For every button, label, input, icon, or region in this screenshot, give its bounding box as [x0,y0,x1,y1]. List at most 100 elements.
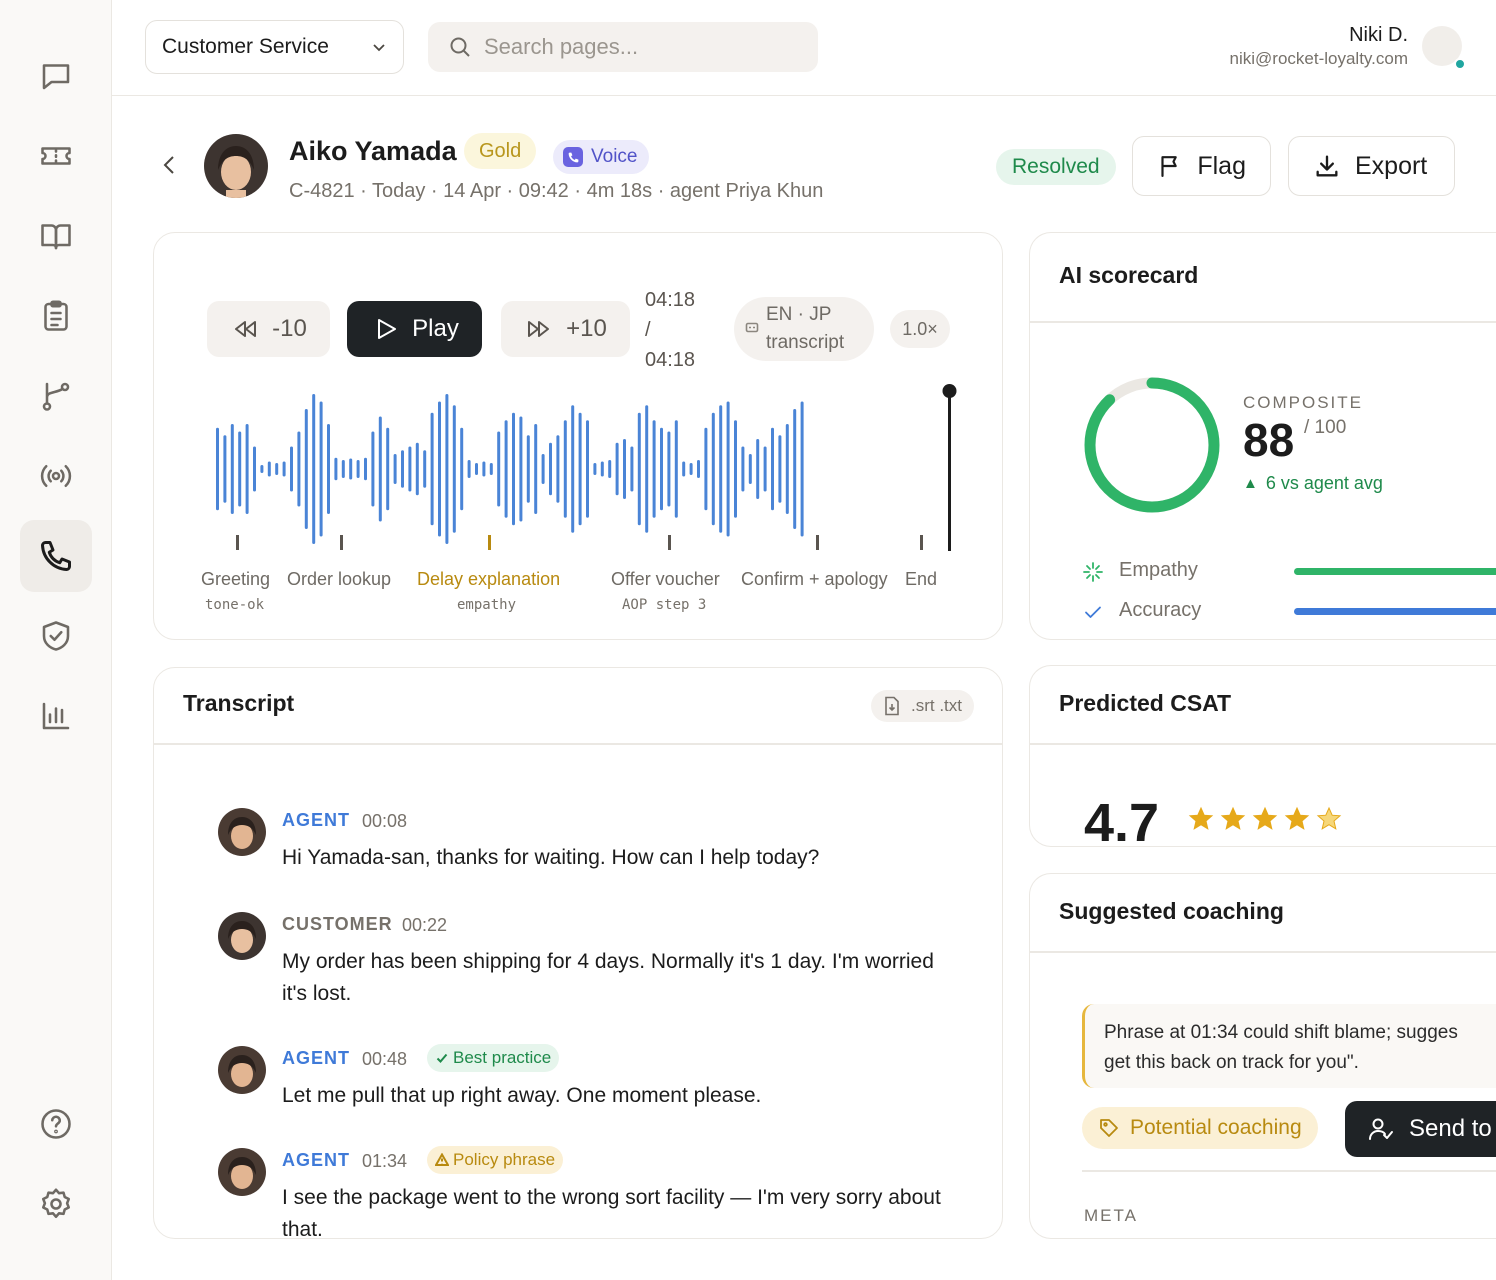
waveform-bar [667,431,671,507]
flag-icon [1161,156,1177,177]
segment-marker[interactable] [236,535,239,550]
call-meta: C-4821 · Today · 14 Apr · 09:42 · 4m 18s… [289,180,824,202]
nav-quality[interactable] [20,600,92,672]
flag-button[interactable]: Flag [1132,136,1271,196]
nav-tasks[interactable] [20,280,92,352]
segment-label[interactable]: Confirm + apology [741,569,888,590]
chevron-down-icon [373,44,385,52]
waveform-bar [438,401,441,537]
waveform-bar [778,435,782,503]
metric-label: Empathy [1119,559,1198,581]
segment-label[interactable]: Greeting [201,569,270,590]
message-time[interactable]: 00:22 [402,915,447,936]
search-icon [450,37,470,57]
waveform-bar [741,446,745,492]
message-time[interactable]: 01:34 [362,1151,407,1172]
message-text: My order has been shipping for 4 days. N… [282,950,934,1005]
divider [1030,743,1496,745]
message-time[interactable]: 00:08 [362,811,407,832]
composite-max: / 100 [1304,417,1347,438]
waveform-bar [660,427,663,511]
segment-label[interactable]: Offer voucher [611,569,720,590]
segment-marker[interactable] [668,535,671,550]
waveform-bar [260,465,264,473]
segment-label[interactable]: Order lookup [287,569,391,590]
scorecard-title: AI scorecard [1059,262,1199,288]
nav-broadcast[interactable] [20,440,92,512]
phone-icon [41,541,71,571]
waveform-bar [216,427,219,511]
waveform-bar [475,463,478,475]
waveform-bar [512,412,515,526]
waveform-bar [652,420,656,518]
waveform-bar [504,420,508,518]
phone-icon [563,147,583,167]
waveform-bar [526,435,530,503]
nav-messages[interactable] [20,40,92,112]
message-text: I see the package went to the wrong sort… [282,1186,941,1239]
suggestion-line: Phrase at 01:34 could shift blame; sugge… [1104,1022,1458,1043]
waveform-bar [364,457,367,481]
metric-accuracy[interactable]: Accuracy [1082,597,1496,627]
send-to-agent-button[interactable]: Send to [1345,1101,1496,1157]
user-avatar[interactable] [1422,26,1466,70]
waveform-bar [423,450,427,488]
star-icon [1284,806,1310,830]
channel-label: Voice [591,146,638,167]
customer-avatar [204,134,268,198]
segment-marker[interactable] [340,535,343,550]
potential-coaching-tag[interactable]: Potential coaching [1082,1107,1318,1149]
sparkle-icon [1083,562,1103,582]
playhead-handle[interactable] [942,384,957,398]
nav-tickets[interactable] [20,120,92,192]
segment-label[interactable]: End [905,569,937,590]
segment-label[interactable]: Delay explanation [417,569,560,590]
metric-label: Accuracy [1119,599,1202,621]
message-time[interactable]: 00:48 [362,1049,407,1070]
segment-marker[interactable] [816,535,819,550]
nav-analytics[interactable] [20,680,92,752]
message-text: Let me pull that up right away. One mome… [282,1084,762,1107]
download-transcript-button[interactable]: .srt .txt [871,690,974,722]
nav-help[interactable] [20,1088,92,1160]
composite-delta: ▲ 6 vs agent avg [1243,473,1383,494]
warning-icon [435,1153,449,1166]
divider [1030,321,1496,323]
waveform-bar [549,442,552,496]
nav-knowledge[interactable] [20,200,92,272]
waveform-bar [467,460,471,478]
transcript-title: Transcript [183,690,295,716]
audio-player-card: -10 Play +10 04:18 / 04:18 EN · JP trans… [153,232,1003,640]
search-input[interactable]: Search pages... [428,22,818,72]
waveform-bar [800,401,804,537]
back-button[interactable] [156,150,182,180]
message-icon [42,64,70,90]
segment-marker[interactable] [488,535,491,550]
segment-tag: AOP step 3 [622,597,707,613]
waveform-bar [519,416,523,522]
download-formats: .srt .txt [911,696,962,715]
divider [1030,951,1496,953]
export-button[interactable]: Export [1288,136,1455,196]
workspace-select[interactable]: Customer Service [145,20,404,74]
nav-calls[interactable] [20,520,92,592]
waveform-bar [460,427,464,511]
search-placeholder: Search pages... [484,34,639,59]
coaching-suggestion: Phrase at 01:34 could shift blame; sugge… [1082,1004,1496,1088]
transcript-message: CUSTOMER 00:22 My order has been shippin… [218,912,952,1012]
segment-marker[interactable] [920,535,923,550]
waveform-bar [267,461,271,477]
export-label: Export [1355,151,1428,180]
waveform-bar [253,446,256,492]
sidebar [0,0,112,1280]
waveform-bar [415,442,419,496]
nav-settings[interactable] [20,1168,92,1240]
waveform-bar [238,431,242,507]
waveform-bar [401,450,404,488]
waveform-bar [689,463,693,475]
waveform-bar [430,412,434,526]
waveform-bar [763,446,767,492]
playhead[interactable] [948,391,951,551]
metric-empathy[interactable]: Empathy [1082,557,1496,587]
nav-workflows[interactable] [20,360,92,432]
